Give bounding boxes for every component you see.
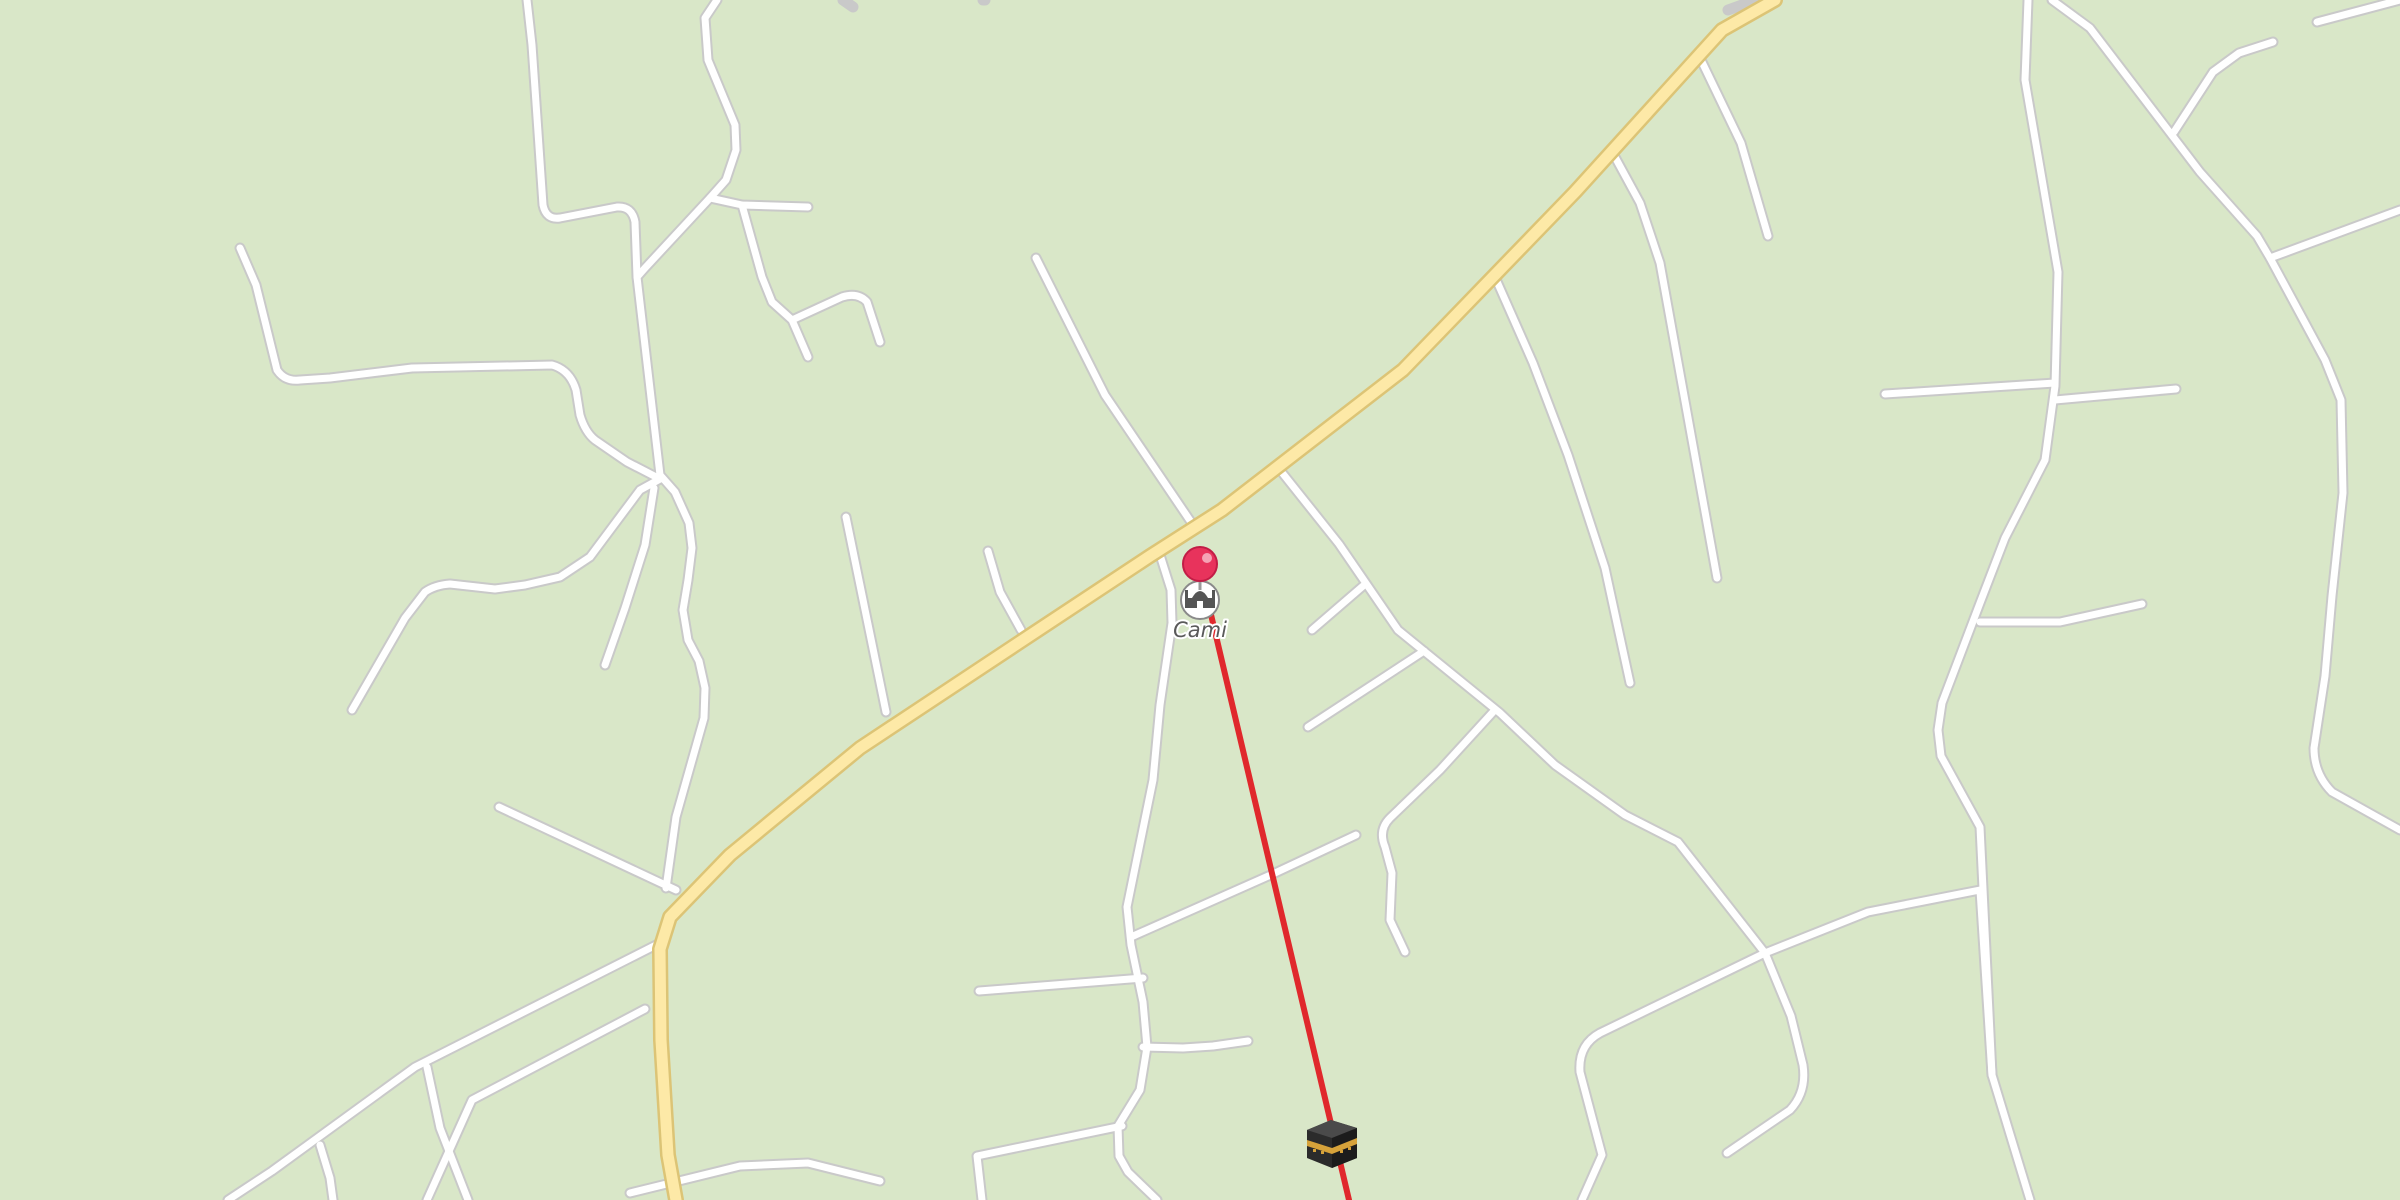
kaaba-icon[interactable] [1307,1120,1357,1168]
map-canvas[interactable]: Cami [0,0,2400,1200]
mosque-label: Cami [1173,618,1227,642]
